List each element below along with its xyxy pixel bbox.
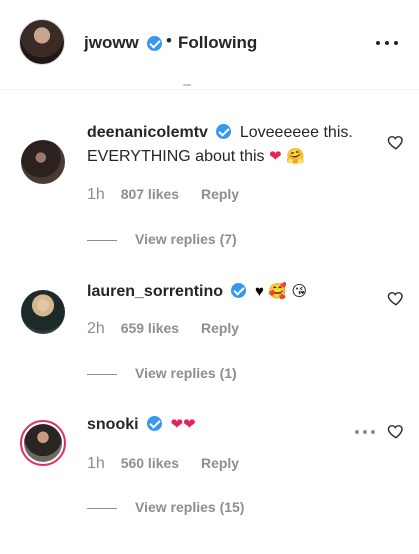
more-options-icon[interactable]	[376, 41, 400, 47]
view-replies-button[interactable]: View replies (15)	[87, 499, 244, 515]
view-replies-label: View replies (7)	[135, 231, 237, 247]
face-blowing-kiss-icon: 😘	[291, 283, 308, 300]
divider	[87, 239, 117, 241]
header-separator: •	[166, 31, 172, 50]
comment-username[interactable]: lauren_sorrentino	[87, 283, 223, 300]
like-heart-icon[interactable]	[387, 289, 405, 307]
avatar[interactable]	[19, 19, 65, 65]
comment-time: 1h	[87, 186, 105, 203]
comment-text: lauren_sorrentino ♥ 🥰 😘	[87, 280, 377, 304]
comment-username[interactable]: deenanicolemtv	[87, 124, 208, 141]
black-heart-icon: ♥	[254, 283, 264, 300]
red-heart-icon: ❤	[183, 416, 196, 433]
verified-badge-icon	[147, 416, 163, 431]
comment-meta: 2h 659 likes Reply	[87, 320, 239, 338]
comment-more-options-icon[interactable]	[355, 430, 375, 434]
comment-text: deenanicolemtv Loveeeeee this. EVERYTHIN…	[87, 121, 377, 169]
like-heart-icon[interactable]	[387, 422, 405, 440]
like-heart-icon[interactable]	[387, 133, 405, 151]
verified-badge-icon	[216, 124, 232, 139]
reply-button[interactable]: Reply	[201, 320, 239, 336]
header-username[interactable]: jwoww	[84, 33, 139, 53]
verified-badge-icon	[147, 36, 162, 51]
reply-button[interactable]: Reply	[201, 455, 239, 471]
red-heart-icon: ❤	[269, 148, 282, 165]
view-replies-label: View replies (15)	[135, 499, 245, 515]
view-replies-button[interactable]: View replies (7)	[87, 231, 237, 247]
comment-likes[interactable]: 807 likes	[121, 186, 179, 202]
reply-button[interactable]: Reply	[201, 186, 239, 202]
hugging-face-icon: 🤗	[286, 148, 305, 165]
view-replies-label: View replies (1)	[135, 365, 237, 381]
comment-meta: 1h 807 likes Reply	[87, 186, 239, 204]
verified-badge-icon	[231, 283, 247, 298]
divider	[87, 507, 117, 509]
avatar[interactable]	[20, 420, 66, 466]
comment-meta: 1h 560 likes Reply	[87, 455, 239, 473]
comment-time: 2h	[87, 320, 105, 337]
smiling-face-with-hearts-icon: 🥰	[268, 283, 287, 300]
divider	[87, 373, 117, 375]
following-button[interactable]: Following	[178, 33, 257, 53]
comment-text: snooki ❤❤	[87, 413, 377, 437]
comment-username[interactable]: snooki	[87, 416, 139, 433]
comment-time: 1h	[87, 455, 105, 472]
story-avatar-image	[24, 424, 62, 462]
comment-likes[interactable]: 560 likes	[121, 455, 179, 471]
view-replies-button[interactable]: View replies (1)	[87, 365, 237, 381]
post-header: jwoww • Following	[0, 0, 419, 90]
avatar[interactable]	[21, 140, 65, 184]
red-heart-icon: ❤	[170, 416, 184, 433]
comment-likes[interactable]: 659 likes	[121, 320, 179, 336]
avatar[interactable]	[21, 290, 65, 334]
scroll-indicator	[183, 84, 191, 86]
